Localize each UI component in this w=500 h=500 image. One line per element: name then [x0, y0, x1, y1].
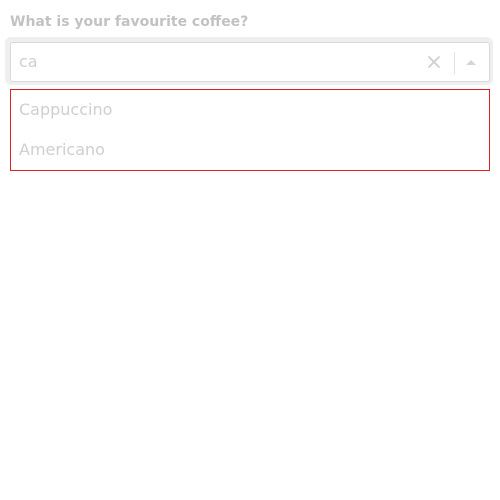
combobox-input[interactable]: ca [19, 43, 38, 81]
option-cappuccino[interactable]: Cappuccino [19, 90, 112, 130]
option-americano[interactable]: Americano [19, 130, 105, 170]
options-listbox: Cappuccino Americano [10, 89, 490, 171]
field-label: What is your favourite coffee? [10, 14, 249, 30]
indicator-separator [454, 52, 455, 74]
coffee-combobox-demo: What is your favourite coffee? ca Cappuc… [0, 0, 500, 500]
caret-up-icon[interactable] [460, 52, 482, 72]
close-icon[interactable] [424, 52, 444, 72]
coffee-combobox[interactable]: ca [10, 42, 490, 82]
